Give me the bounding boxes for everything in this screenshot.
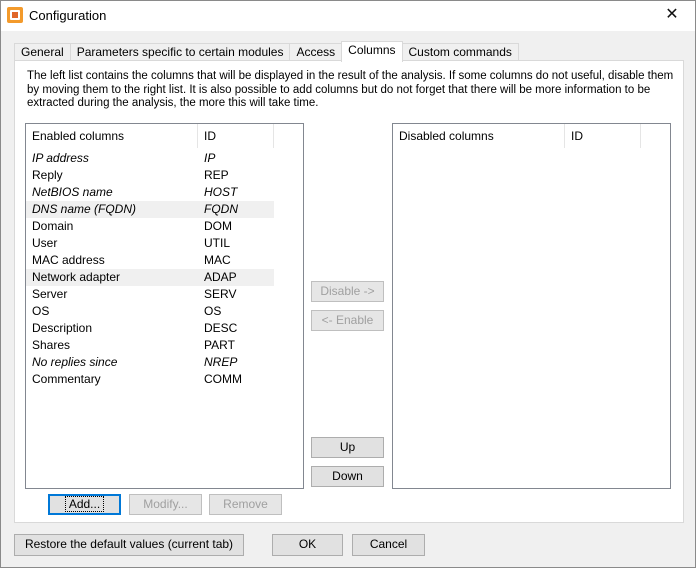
window-title: Configuration [29, 8, 107, 23]
column-id: FQDN [204, 202, 238, 216]
column-id: HOST [204, 185, 238, 199]
columns-description: The left list contains the columns that … [27, 70, 674, 109]
column-name: Description [32, 321, 93, 335]
column-name: Commentary [32, 372, 101, 386]
disabled-id-column-header[interactable]: ID [565, 124, 641, 148]
add-button[interactable]: Add... [48, 494, 121, 515]
column-id: NREP [204, 355, 238, 369]
column-id: REP [204, 168, 229, 182]
list-item[interactable]: DNS name (FQDN) FQDN [26, 201, 274, 218]
column-id: DESC [204, 321, 238, 335]
ok-button[interactable]: OK [272, 534, 343, 556]
enabled-list-header: Enabled columns ID [26, 124, 303, 148]
configuration-window: Configuration ✕ General Parameters speci… [0, 0, 696, 568]
enable-button[interactable]: <- Enable [311, 310, 384, 331]
list-item[interactable]: Commentary COMM [26, 371, 274, 388]
list-item[interactable]: OS OS [26, 303, 274, 320]
disable-button[interactable]: Disable -> [311, 281, 384, 302]
tab-columns[interactable]: Columns [341, 41, 403, 62]
column-name: Shares [32, 338, 71, 352]
down-button[interactable]: Down [311, 466, 384, 487]
column-name: DNS name (FQDN) [32, 202, 137, 216]
column-name: IP address [32, 151, 89, 165]
column-name: OS [32, 304, 50, 318]
enabled-list-body: IP address IP Reply REP NetBIOS name HOST DNS … [26, 150, 303, 388]
column-name: No replies since [32, 355, 118, 369]
list-item[interactable]: IP address IP [26, 150, 274, 167]
column-name: MAC address [32, 253, 105, 267]
cancel-button[interactable]: Cancel [352, 534, 425, 556]
restore-defaults-button[interactable]: Restore the default values (current tab) [14, 534, 244, 556]
column-id: IP [204, 151, 216, 165]
column-id: PART [204, 338, 235, 352]
column-name: Server [32, 287, 68, 301]
column-id: COMM [204, 372, 242, 386]
column-id: OS [204, 304, 222, 318]
list-item[interactable]: Server SERV [26, 286, 274, 303]
column-name: Reply [32, 168, 63, 182]
column-name: User [32, 236, 58, 250]
disabled-name-column-header[interactable]: Disabled columns [393, 124, 565, 148]
list-item[interactable]: User UTIL [26, 235, 274, 252]
list-item[interactable]: NetBIOS name HOST [26, 184, 274, 201]
column-name: Network adapter [32, 270, 121, 284]
column-id: UTIL [204, 236, 231, 250]
column-id: MAC [204, 253, 231, 267]
list-item[interactable]: MAC address MAC [26, 252, 274, 269]
list-item[interactable]: Shares PART [26, 337, 274, 354]
disabled-columns-list[interactable]: Disabled columns ID [392, 123, 671, 489]
close-icon[interactable]: ✕ [649, 1, 695, 31]
list-item[interactable]: Network adapter ADAP [26, 269, 274, 286]
add-button-label: Add... [64, 496, 105, 512]
list-item[interactable]: Description DESC [26, 320, 274, 337]
modify-button[interactable]: Modify... [129, 494, 202, 515]
app-icon [7, 7, 23, 23]
title-bar: Configuration ✕ [1, 1, 695, 31]
column-id: SERV [204, 287, 237, 301]
list-item[interactable]: No replies since NREP [26, 354, 274, 371]
enabled-columns-list[interactable]: Enabled columns ID IP address IP Reply REP N… [25, 123, 304, 489]
tab-strip: General Parameters specific to certain m… [14, 41, 519, 62]
enabled-name-column-header[interactable]: Enabled columns [26, 124, 198, 148]
column-name: NetBIOS name [32, 185, 113, 199]
up-button[interactable]: Up [311, 437, 384, 458]
column-id: ADAP [204, 270, 237, 284]
list-item[interactable]: Domain DOM [26, 218, 274, 235]
list-item[interactable]: Reply REP [26, 167, 274, 184]
enabled-id-column-header[interactable]: ID [198, 124, 274, 148]
column-id: DOM [204, 219, 232, 233]
columns-tab-panel: The left list contains the columns that … [14, 60, 684, 523]
remove-button[interactable]: Remove [209, 494, 282, 515]
disabled-list-header: Disabled columns ID [393, 124, 670, 148]
column-name: Domain [32, 219, 74, 233]
